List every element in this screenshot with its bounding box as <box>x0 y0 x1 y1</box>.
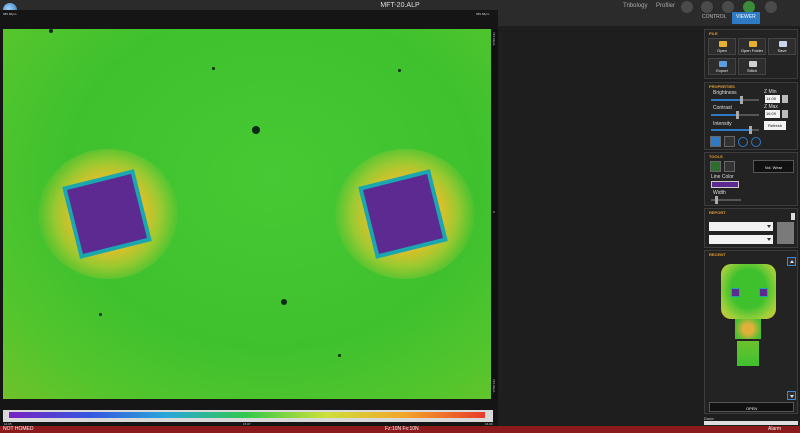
brightness-label: Brightness <box>713 90 737 96</box>
save-icon <box>779 41 787 47</box>
recent-scroll-down-icon[interactable] <box>787 391 796 400</box>
particle-dot <box>252 126 260 134</box>
particle-dot <box>49 29 53 33</box>
particle-dot <box>212 67 215 70</box>
report-panel: REPORT <box>704 208 798 248</box>
tab-viewer[interactable]: VIEWER <box>732 12 760 24</box>
force-readout: Fz:10N Fx:10N <box>385 426 419 432</box>
status-bar: NOT HOMED Fz:10N Fx:10N Alarm <box>0 426 800 433</box>
open-button[interactable]: Open <box>708 38 736 55</box>
brightness-slider-thumb[interactable] <box>739 96 743 104</box>
homing-status: NOT HOMED <box>3 426 34 432</box>
open-folder-button[interactable]: Open Folder <box>738 38 766 55</box>
particle-dot <box>99 313 102 316</box>
save-button[interactable]: Save <box>768 38 796 55</box>
contrast-slider-thumb[interactable] <box>736 111 740 119</box>
progress-bar <box>704 421 798 425</box>
report-add-icon[interactable] <box>791 213 795 220</box>
particle-dot <box>338 354 341 357</box>
zmin-field[interactable]: 14.05 <box>765 95 780 103</box>
stitch-icon <box>749 61 757 67</box>
properties-panel-title: PROPERTIES <box>709 84 735 89</box>
tools-panel: TOOLS Vol. Wear Line Color Width <box>704 152 798 206</box>
brightness-slider-fill <box>711 99 741 101</box>
pointer-tool-button[interactable] <box>710 161 721 172</box>
recent-thumbnail-1[interactable] <box>721 264 776 319</box>
profile-view-button[interactable] <box>724 136 735 147</box>
refresh-button[interactable]: Refresh <box>764 121 786 130</box>
window-title: MFT-20.ALP <box>380 2 420 9</box>
intensity-slider[interactable] <box>711 126 759 134</box>
right-bottom-scale: 723.42μm <box>492 379 496 393</box>
recent-panel: RECENT OPEN <box>704 250 798 414</box>
top-left-scale: 985.68μm <box>3 12 17 16</box>
recent-open-button[interactable]: OPEN <box>709 402 794 412</box>
zmax-spinner[interactable] <box>782 110 788 118</box>
brightness-slider[interactable] <box>711 96 759 104</box>
indent-left-core <box>66 173 148 255</box>
vertical-scale: 723.42μm 0 723.42μm <box>491 29 498 399</box>
file-panel: FILE Open Open Folder Save Export Stitch <box>704 29 798 79</box>
export-icon <box>719 61 727 67</box>
folder-icon <box>719 41 727 47</box>
recent-scroll-up-icon[interactable] <box>787 257 796 266</box>
view-option-circle-1[interactable] <box>738 137 748 147</box>
colorbar-gradient <box>9 412 485 418</box>
report-panel-title: REPORT <box>709 210 726 215</box>
mode-tab-tribology[interactable]: Tribology <box>623 3 647 9</box>
top-right-scale: 985.68μm <box>476 12 490 16</box>
power-icon[interactable] <box>765 1 777 13</box>
tools-icon[interactable] <box>681 1 693 13</box>
line-tool-button[interactable] <box>724 161 735 172</box>
report-folder-button[interactable] <box>777 222 794 244</box>
width-slider-thumb[interactable] <box>715 196 718 204</box>
line-color-label: Line Color <box>711 174 734 180</box>
vol-wear-button[interactable]: Vol. Wear <box>753 160 794 173</box>
particle-dot <box>281 299 287 305</box>
tools-panel-title: TOOLS <box>709 154 723 159</box>
image-view-button[interactable] <box>710 136 721 147</box>
thumbnail-indent <box>731 288 740 297</box>
intensity-slider-fill <box>711 129 751 131</box>
contrast-slider[interactable] <box>711 111 759 119</box>
report-output-dropdown[interactable] <box>709 235 773 244</box>
right-mid-scale: 0 <box>492 211 496 213</box>
zmax-field[interactable]: 16.09 <box>765 110 780 118</box>
indent-right-core <box>362 173 444 255</box>
recent-thumbnail-2[interactable] <box>735 319 761 339</box>
stitch-button[interactable]: Stitch <box>738 58 766 75</box>
alarm-status: Alarm <box>768 426 782 432</box>
width-slider[interactable] <box>711 196 741 204</box>
view-tabs: CONTROL VIEWER <box>700 12 760 24</box>
tab-control[interactable]: CONTROL <box>698 12 730 24</box>
recent-panel-title: RECENT <box>709 252 726 257</box>
contrast-slider-fill <box>711 114 738 116</box>
report-template-dropdown[interactable] <box>709 222 773 231</box>
mode-tab-profiler[interactable]: Profiler <box>656 3 675 9</box>
intensity-slider-thumb[interactable] <box>749 126 753 134</box>
view-option-circle-2[interactable] <box>751 137 761 147</box>
zmin-spinner[interactable] <box>782 95 788 103</box>
surface-image[interactable] <box>3 29 491 399</box>
right-top-scale: 723.42μm <box>492 32 496 46</box>
particle-dot <box>398 69 401 72</box>
folder-open-icon <box>749 41 757 47</box>
thumbnail-indent <box>759 288 768 297</box>
line-color-picker[interactable] <box>711 181 739 188</box>
recent-thumbnail-3[interactable] <box>737 341 759 366</box>
contrast-label: Contrast <box>713 105 732 111</box>
file-panel-title: FILE <box>709 31 718 36</box>
properties-panel: PROPERTIES Brightness Contrast Intensity… <box>704 82 798 150</box>
intensity-label: Intensity <box>713 121 732 127</box>
export-button[interactable]: Export <box>708 58 736 75</box>
colorbar-slider[interactable] <box>3 410 493 422</box>
